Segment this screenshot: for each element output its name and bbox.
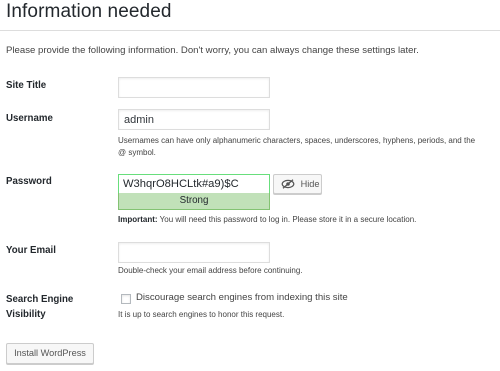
hide-password-button[interactable]: Hide	[273, 174, 322, 194]
search-visibility-description: It is up to search engines to honor this…	[118, 310, 285, 319]
site-title-input[interactable]	[118, 77, 270, 98]
hide-password-label: Hide	[300, 179, 320, 189]
email-description: Double-check your email address before c…	[118, 266, 303, 275]
username-label: Username	[6, 113, 53, 124]
search-visibility-label-line2: Visibility	[6, 309, 46, 320]
password-input[interactable]: W3hqrO8HCLtk#a9)$C	[118, 174, 270, 194]
search-visibility-label-line1: Search Engine	[6, 294, 74, 305]
page-title: Information needed	[6, 1, 172, 22]
eye-slash-icon	[281, 178, 301, 189]
site-title-label: Site Title	[6, 80, 47, 91]
important-label: Important:	[118, 215, 158, 224]
username-description-line2: @ symbol.	[118, 148, 156, 157]
title-divider	[0, 30, 500, 31]
discourage-search-checkbox[interactable]	[121, 294, 131, 304]
password-important-note: Important: You will need this password t…	[118, 215, 416, 224]
email-input[interactable]	[118, 242, 270, 263]
email-label: Your Email	[6, 245, 56, 256]
password-strength-meter: Strong	[118, 193, 270, 210]
username-description: Usernames can have only alphanumeric cha…	[118, 135, 475, 159]
username-description-line1: Usernames can have only alphanumeric cha…	[118, 136, 476, 145]
search-visibility-label: Search Engine Visibility	[6, 292, 73, 322]
username-input[interactable]	[118, 109, 270, 130]
install-wordpress-button[interactable]: Install WordPress	[6, 343, 94, 364]
discourage-search-label[interactable]: Discourage search engines from indexing …	[136, 292, 348, 303]
intro-text: Please provide the following information…	[6, 45, 419, 56]
password-label: Password	[6, 176, 52, 187]
important-text: You will need this password to log in. P…	[157, 215, 417, 224]
